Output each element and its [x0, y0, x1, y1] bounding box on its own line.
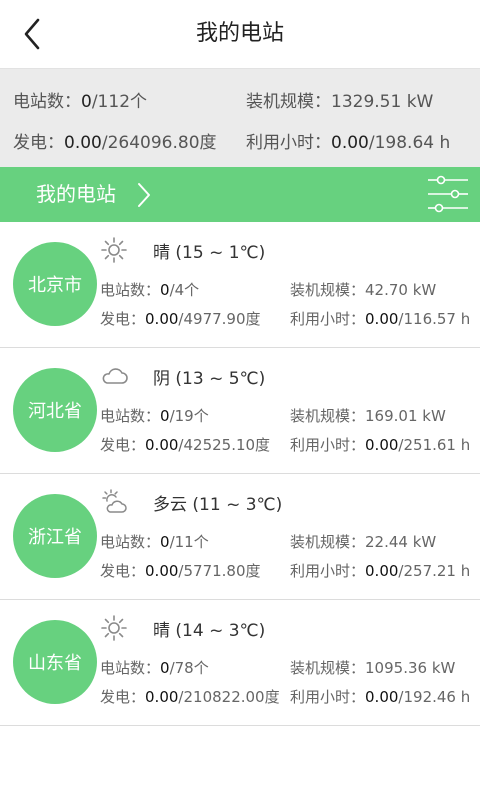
capacity-value: 1095.36 kW	[365, 659, 456, 677]
hours-label: 利用小时：	[290, 688, 366, 706]
top-bar: 我的电站	[0, 0, 480, 69]
power: 发电：0.00/4977.90度	[100, 308, 261, 329]
capacity-value: 1329.51 kW	[331, 92, 434, 112]
station-count-total: /78个	[169, 659, 209, 677]
station-count-value: 0	[81, 92, 92, 112]
power-value: 0.00	[64, 133, 102, 153]
power-label: 发电：	[100, 310, 146, 328]
station-count-value: 0	[160, 407, 170, 425]
filter-sliders-icon[interactable]	[426, 174, 470, 214]
capacity: 装机规模：22.44 kW	[290, 531, 436, 552]
power-label: 发电：	[100, 688, 146, 706]
hours-total: /192.46 h	[398, 688, 471, 706]
hours-total: /251.61 h	[398, 436, 471, 454]
power-total: /5771.80度	[178, 562, 261, 580]
capacity-label: 装机规模：	[290, 659, 366, 677]
station-count-total: /11个	[169, 533, 209, 551]
hours-total: /198.64 h	[368, 133, 451, 153]
weather-text: 阴 (13 ~ 5℃)	[153, 369, 266, 389]
station-count: 电站数：0/11个	[100, 531, 209, 552]
region-card-beijing[interactable]: 北京市 晴 (15 ~ 1℃) 电站数：0/4个 装机规模：42.70 kW 发…	[0, 222, 480, 348]
hours-total: /257.21 h	[398, 562, 471, 580]
station-count-label: 电站数：	[13, 92, 81, 112]
station-count-total: /19个	[169, 407, 209, 425]
capacity: 装机规模：1095.36 kW	[290, 657, 455, 678]
power-value: 0.00	[145, 436, 179, 454]
capacity-label: 装机规模：	[246, 92, 331, 112]
summary-panel: 电站数：0/112个 装机规模：1329.51 kW 发电：0.00/26409…	[0, 69, 480, 167]
hours-total: /116.57 h	[398, 310, 471, 328]
section-title: 我的电站	[36, 182, 116, 206]
hours-value: 0.00	[365, 436, 399, 454]
station-count-total: /4个	[169, 281, 200, 299]
partly-cloudy-icon	[102, 489, 127, 513]
hours-value: 0.00	[331, 133, 369, 153]
region-badge[interactable]: 山东省	[13, 620, 97, 704]
section-header[interactable]: 我的电站	[0, 167, 480, 222]
summary-capacity: 装机规模：1329.51 kW	[246, 87, 433, 112]
chevron-right-icon[interactable]	[136, 181, 152, 209]
capacity-label: 装机规模：	[290, 533, 366, 551]
station-count-value: 0	[160, 659, 170, 677]
capacity-label: 装机规模：	[290, 281, 366, 299]
capacity-label: 装机规模：	[290, 407, 366, 425]
station-count: 电站数：0/78个	[100, 657, 209, 678]
hours-label: 利用小时：	[290, 310, 366, 328]
power: 发电：0.00/42525.10度	[100, 434, 270, 455]
region-card-zhejiang[interactable]: 浙江省 多云 (11 ~ 3℃) 电站数：0/11个 装机规模：22.44 kW…	[0, 474, 480, 600]
region-card-hebei[interactable]: 河北省 阴 (13 ~ 5℃) 电站数：0/19个 装机规模：169.01 kW…	[0, 348, 480, 474]
station-count-label: 电站数：	[100, 407, 161, 425]
power-value: 0.00	[145, 562, 179, 580]
summary-hours: 利用小时：0.00/198.64 h	[246, 128, 450, 153]
hours-value: 0.00	[365, 562, 399, 580]
hours-label: 利用小时：	[246, 133, 331, 153]
hours-value: 0.00	[365, 310, 399, 328]
power: 发电：0.00/210822.00度	[100, 686, 280, 707]
power-value: 0.00	[145, 310, 179, 328]
station-count: 电站数：0/19个	[100, 405, 209, 426]
weather-text: 晴 (14 ~ 3℃)	[153, 621, 266, 641]
capacity-value: 42.70 kW	[365, 281, 437, 299]
power-total: /42525.10度	[178, 436, 271, 454]
hours: 利用小时：0.00/251.61 h	[290, 434, 470, 455]
hours-label: 利用小时：	[290, 436, 366, 454]
station-count-label: 电站数：	[100, 533, 161, 551]
summary-station-count: 电站数：0/112个	[13, 87, 147, 112]
weather-text: 晴 (15 ~ 1℃)	[153, 243, 266, 263]
station-count-value: 0	[160, 533, 170, 551]
summary-power: 发电：0.00/264096.80度	[13, 128, 217, 153]
station-count-total: /112个	[91, 92, 148, 112]
capacity: 装机规模：42.70 kW	[290, 279, 436, 300]
capacity-value: 22.44 kW	[365, 533, 437, 551]
hours: 利用小时：0.00/257.21 h	[290, 560, 470, 581]
station-count: 电站数：0/4个	[100, 279, 199, 300]
hours-value: 0.00	[365, 688, 399, 706]
station-count-value: 0	[160, 281, 170, 299]
cloud-icon	[102, 368, 128, 384]
region-badge[interactable]: 北京市	[13, 242, 97, 326]
sun-icon	[101, 237, 127, 263]
power-label: 发电：	[13, 133, 64, 153]
hours-label: 利用小时：	[290, 562, 366, 580]
station-count-label: 电站数：	[100, 281, 161, 299]
capacity-value: 169.01 kW	[365, 407, 446, 425]
power: 发电：0.00/5771.80度	[100, 560, 261, 581]
power-label: 发电：	[100, 436, 146, 454]
region-badge[interactable]: 浙江省	[13, 494, 97, 578]
region-card-shandong[interactable]: 山东省 晴 (14 ~ 3℃) 电站数：0/78个 装机规模：1095.36 k…	[0, 600, 480, 726]
power-total: /4977.90度	[178, 310, 261, 328]
power-total: /210822.00度	[178, 688, 280, 706]
sun-icon	[101, 615, 127, 641]
hours: 利用小时：0.00/116.57 h	[290, 308, 470, 329]
region-badge[interactable]: 河北省	[13, 368, 97, 452]
station-count-label: 电站数：	[100, 659, 161, 677]
power-value: 0.00	[145, 688, 179, 706]
power-total: /264096.80度	[101, 133, 217, 153]
weather-text: 多云 (11 ~ 3℃)	[153, 495, 283, 515]
hours: 利用小时：0.00/192.46 h	[290, 686, 470, 707]
page-title: 我的电站	[195, 21, 284, 46]
capacity: 装机规模：169.01 kW	[290, 405, 446, 426]
power-label: 发电：	[100, 562, 146, 580]
